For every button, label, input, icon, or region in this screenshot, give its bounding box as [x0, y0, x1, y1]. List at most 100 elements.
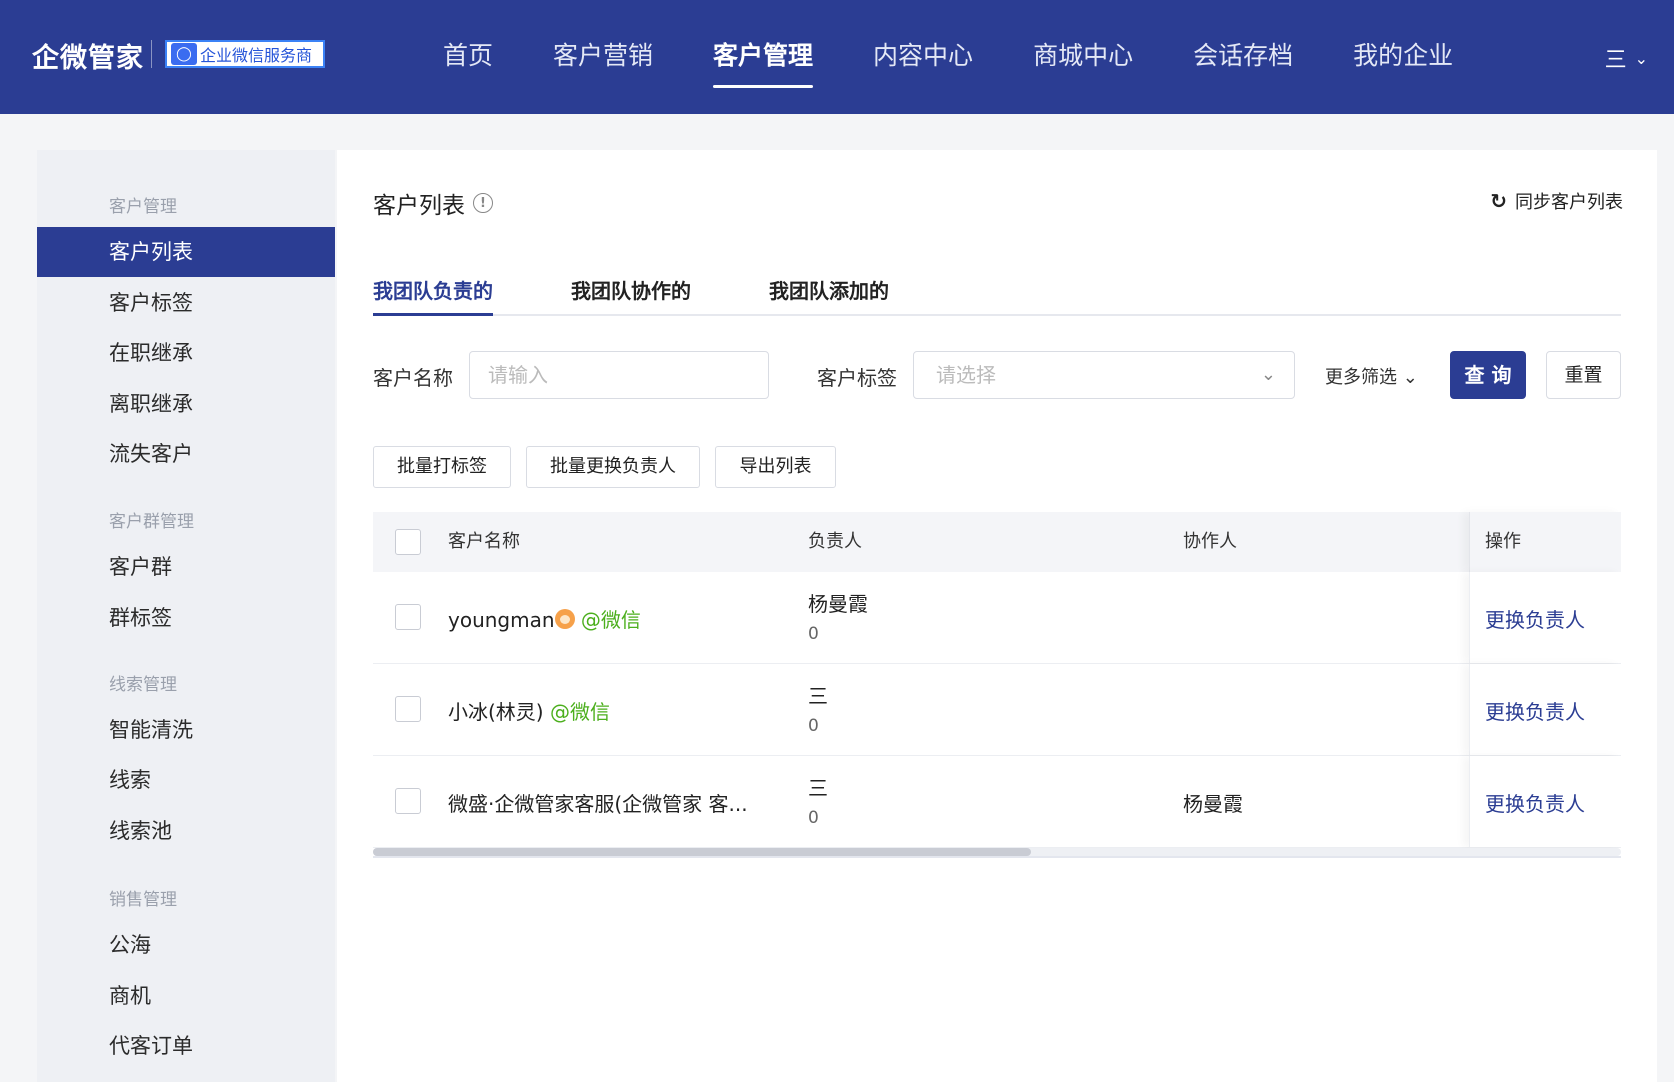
sidebar-item-resigned-transfer[interactable]: 离职继承: [37, 379, 335, 429]
nav-content-center[interactable]: 内容中心: [843, 0, 1003, 114]
sync-label: 同步客户列表: [1515, 192, 1623, 213]
sidebar-item-proxy-orders[interactable]: 代客订单: [37, 1021, 335, 1071]
sidebar-item-smart-cleaning[interactable]: 智能清洗: [37, 705, 335, 755]
customer-name-cell: youngman @微信: [448, 604, 641, 633]
sync-customer-list-button[interactable]: ↻ 同步客户列表: [1490, 188, 1623, 214]
sidebar-item-customer-tags[interactable]: 客户标签: [37, 278, 335, 328]
app-logo[interactable]: 企微管家: [32, 36, 144, 75]
customer-name: 微盛·企微管家客服(企微管家 客...: [448, 792, 748, 816]
nav-customer-management[interactable]: 客户管理: [683, 0, 843, 114]
page-title-text: 客户列表: [373, 193, 465, 219]
sidebar: 客户管理 客户列表 客户标签 在职继承 离职继承 流失客户 客户群管理 客户群 …: [37, 150, 335, 1082]
sidebar-item-lost-customers[interactable]: 流失客户: [37, 429, 335, 479]
main-panel: 客户列表 ! ↻ 同步客户列表 我团队负责的 我团队协作的 我团队添加的 客户名…: [337, 150, 1657, 1082]
sidebar-item-leads[interactable]: 线索: [37, 755, 335, 805]
customer-name-cell: 小冰(林灵) @微信: [448, 696, 610, 725]
owner-count: 0: [808, 624, 819, 644]
owner-name: 杨曼霞: [808, 592, 868, 616]
reset-button[interactable]: 重置: [1546, 351, 1621, 399]
scrollbar-thumb[interactable]: [373, 848, 1031, 856]
sidebar-item-lead-pool[interactable]: 线索池: [37, 806, 335, 856]
customer-name-placeholder: 请输入: [488, 363, 548, 387]
customer-name: 小冰(林灵): [448, 700, 544, 724]
info-icon[interactable]: !: [473, 193, 493, 213]
customer-table: 客户名称 负责人 协作人 操作 youngman @微信 杨曼霞 0 更换负责人…: [373, 512, 1621, 858]
header-customer-name: 客户名称: [448, 531, 520, 552]
sidebar-item-customer-groups[interactable]: 客户群: [37, 542, 335, 592]
sidebar-group-sales-management: 销售管理: [109, 890, 177, 910]
row-checkbox[interactable]: [395, 604, 421, 630]
select-all-checkbox[interactable]: [395, 529, 421, 555]
owner-name: 三: [808, 776, 828, 800]
actions-cell: 更换负责人: [1469, 572, 1621, 663]
header-actions: 操作: [1485, 531, 1521, 552]
tab-team-owned[interactable]: 我团队负责的: [373, 266, 493, 316]
change-owner-link[interactable]: 更换负责人: [1485, 696, 1585, 725]
owner-name: 三: [808, 684, 828, 708]
table-row: 小冰(林灵) @微信 三 0 更换负责人: [373, 664, 1621, 756]
query-button[interactable]: 查 询: [1450, 351, 1526, 399]
hamburger-icon: 三: [1604, 48, 1627, 73]
sidebar-item-group-tags[interactable]: 群标签: [37, 593, 335, 643]
header-collaborator: 协作人: [1183, 531, 1237, 552]
nav-mall-center[interactable]: 商城中心: [1003, 0, 1163, 114]
customer-name-cell: 微盛·企微管家客服(企微管家 客...: [448, 788, 748, 817]
sidebar-item-customer-list[interactable]: 客户列表: [37, 227, 335, 277]
horizontal-scrollbar[interactable]: [373, 848, 1621, 856]
wechat-source-tag: @微信: [549, 700, 610, 724]
change-owner-link[interactable]: 更换负责人: [1485, 604, 1585, 633]
customer-tag-select[interactable]: 请选择 ⌄: [913, 351, 1295, 399]
table-divider: [373, 856, 1621, 858]
nav-customer-marketing[interactable]: 客户营销: [523, 0, 683, 114]
actions-cell: 更换负责人: [1469, 664, 1621, 755]
more-filters-label: 更多筛选: [1325, 367, 1397, 388]
table-header: 客户名称 负责人 协作人 操作: [373, 512, 1621, 572]
badge-text: 企业微信服务商: [200, 46, 313, 65]
sidebar-item-public-pool[interactable]: 公海: [37, 920, 335, 970]
row-checkbox[interactable]: [395, 788, 421, 814]
menu-toggle[interactable]: 三 ⌄: [1605, 42, 1648, 74]
customer-tag-placeholder: 请选择: [936, 363, 996, 387]
avatar-emoji-icon: [554, 609, 575, 629]
chat-bubble-icon: ◯: [171, 43, 197, 65]
actions-cell: 更换负责人: [1469, 756, 1621, 847]
customer-name: youngman: [448, 608, 555, 632]
main-nav: 首页 客户营销 客户管理 内容中心 商城中心 会话存档 我的企业: [413, 0, 1483, 114]
sidebar-group-customer-management: 客户管理: [109, 197, 177, 217]
chevron-down-icon: ⌄: [1634, 48, 1648, 68]
customer-name-input[interactable]: 请输入: [469, 351, 769, 399]
batch-change-owner-button[interactable]: 批量更换负责人: [526, 446, 700, 488]
collaborator-name: 杨曼霞: [1183, 792, 1243, 816]
more-filters-toggle[interactable]: 更多筛选 ⌄: [1325, 363, 1418, 389]
logo-divider: [151, 40, 152, 68]
nav-my-enterprise[interactable]: 我的企业: [1323, 0, 1483, 114]
row-checkbox[interactable]: [395, 696, 421, 722]
owner-count: 0: [808, 808, 819, 828]
service-provider-badge: ◯ 企业微信服务商: [165, 40, 325, 68]
customer-name-label: 客户名称: [373, 366, 453, 390]
nav-home[interactable]: 首页: [413, 0, 523, 114]
wechat-source-tag: @微信: [580, 608, 641, 632]
top-navbar: 企微管家 ◯ 企业微信服务商 首页 客户营销 客户管理 内容中心 商城中心 会话…: [0, 0, 1674, 114]
sidebar-item-opportunities[interactable]: 商机: [37, 971, 335, 1021]
export-list-button[interactable]: 导出列表: [715, 446, 836, 488]
customer-tag-label: 客户标签: [817, 366, 897, 390]
tab-team-collaborated[interactable]: 我团队协作的: [571, 266, 691, 316]
sidebar-group-group-management: 客户群管理: [109, 512, 194, 532]
owner-count: 0: [808, 716, 819, 736]
nav-chat-archive[interactable]: 会话存档: [1163, 0, 1323, 114]
header-actions-cell: 操作: [1469, 512, 1621, 572]
table-row: 微盛·企微管家客服(企微管家 客... 三 0 杨曼霞 更换负责人: [373, 756, 1621, 848]
chevron-down-icon: ⌄: [1402, 367, 1418, 388]
table-row: youngman @微信 杨曼霞 0 更换负责人: [373, 572, 1621, 664]
sidebar-item-onjob-transfer[interactable]: 在职继承: [37, 328, 335, 378]
tab-bar: 我团队负责的 我团队协作的 我团队添加的: [373, 266, 1621, 316]
refresh-icon: ↻: [1490, 189, 1507, 213]
batch-tag-button[interactable]: 批量打标签: [373, 446, 511, 488]
change-owner-link[interactable]: 更换负责人: [1485, 788, 1585, 817]
page-title: 客户列表 !: [373, 186, 493, 220]
sidebar-group-lead-management: 线索管理: [109, 675, 177, 695]
chevron-down-icon: ⌄: [1260, 364, 1276, 385]
header-owner: 负责人: [808, 531, 862, 552]
tab-team-added[interactable]: 我团队添加的: [769, 266, 889, 316]
